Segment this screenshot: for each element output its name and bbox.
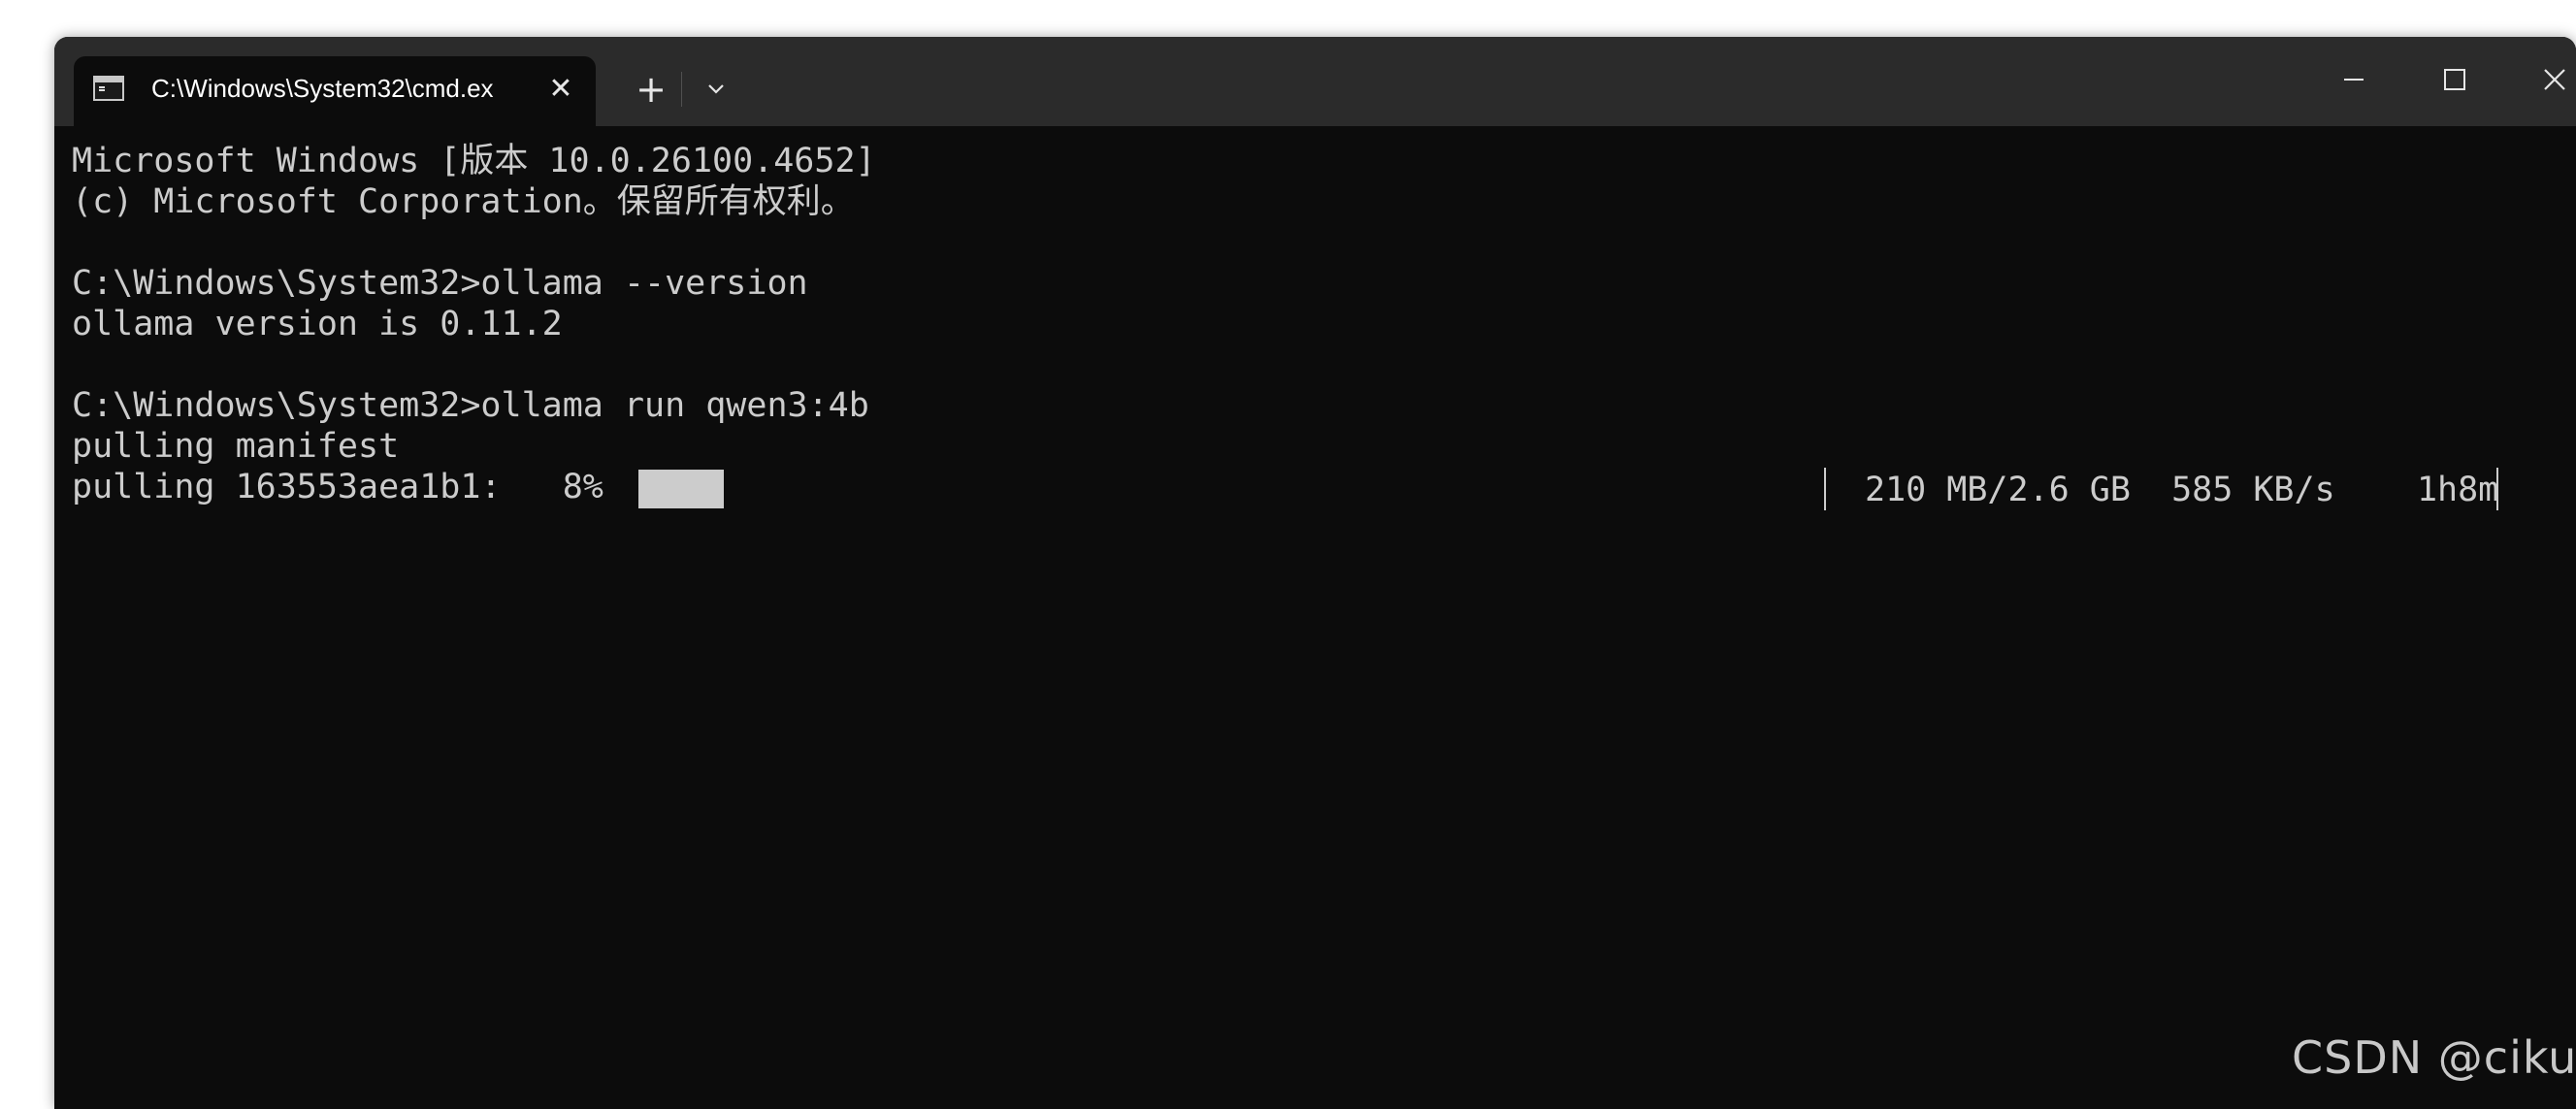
progress-bar-fill <box>638 470 724 508</box>
watermark: CSDN @ciku <box>2292 1031 2576 1084</box>
terminal-line: Microsoft Windows [版本 10.0.26100.4652] <box>72 142 876 180</box>
terminal-line: C:\Windows\System32>ollama run qwen3:4b <box>72 386 869 425</box>
terminal-icon <box>93 76 124 101</box>
close-button[interactable] <box>2516 56 2576 103</box>
text-cursor <box>2496 468 2498 510</box>
terminal-line: ollama version is 0.11.2 <box>72 305 563 343</box>
terminal-line: C:\Windows\System32>ollama --version <box>72 264 808 303</box>
progress-bar-separator <box>1824 468 1826 510</box>
tab-dropdown-button[interactable] <box>685 68 747 111</box>
title-bar: C:\Windows\System32\cmd.ex ✕ + <box>54 37 2576 126</box>
minimize-icon <box>2344 79 2364 81</box>
maximize-button[interactable] <box>2416 56 2494 103</box>
download-stats: 210 MB/2.6 GB 585 KB/s 1h8m <box>1865 471 2499 509</box>
tab-close-icon[interactable]: ✕ <box>543 72 578 107</box>
close-icon <box>2544 69 2565 90</box>
tab-cmd[interactable]: C:\Windows\System32\cmd.ex ✕ <box>74 56 596 126</box>
chevron-down-icon <box>708 84 724 94</box>
terminal-line: pulling 163553aea1b1: 8% <box>72 468 603 506</box>
maximize-icon <box>2444 69 2465 90</box>
terminal-line: (c) Microsoft Corporation。保留所有权利。 <box>72 182 855 221</box>
terminal-output[interactable]: Microsoft Windows [版本 10.0.26100.4652] (… <box>72 141 2556 1092</box>
tab-separator <box>681 72 682 107</box>
minimize-button[interactable] <box>2315 56 2393 103</box>
tab-title: C:\Windows\System32\cmd.ex <box>151 74 494 103</box>
terminal-line: pulling manifest <box>72 427 400 466</box>
new-tab-button[interactable]: + <box>622 68 680 111</box>
